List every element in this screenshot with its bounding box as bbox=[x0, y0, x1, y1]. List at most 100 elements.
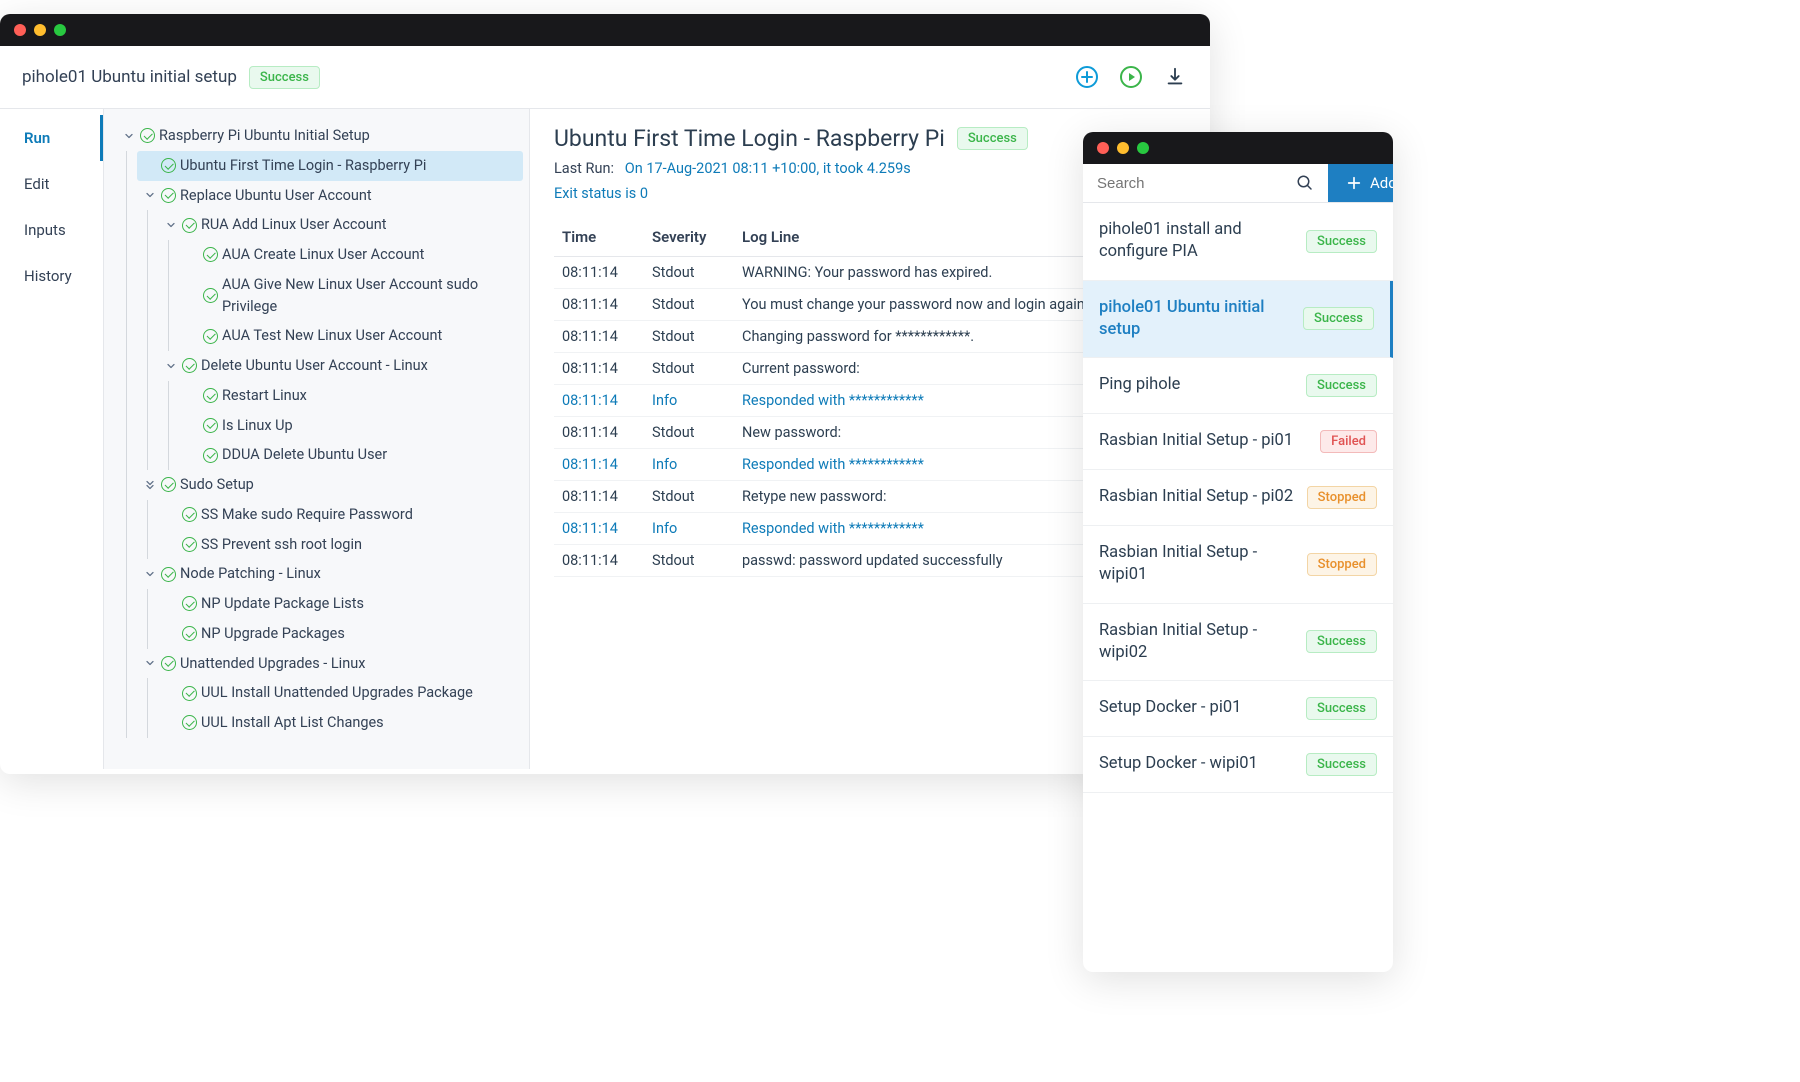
side-nav-item[interactable]: Inputs bbox=[0, 207, 103, 253]
side-nav-item[interactable]: Run bbox=[0, 115, 103, 161]
tree-node-label: AUA Create Linux User Account bbox=[222, 244, 424, 266]
log-cell-time: 08:11:14 bbox=[554, 545, 644, 577]
check-icon bbox=[203, 247, 218, 262]
list-item[interactable]: Rasbian Initial Setup - pi02Stopped bbox=[1083, 470, 1393, 526]
check-icon bbox=[182, 218, 197, 233]
tree-node[interactable]: AUA Give New Linux User Account sudo Pri… bbox=[179, 270, 523, 322]
task-tree[interactable]: Raspberry Pi Ubuntu Initial SetupUbuntu … bbox=[104, 109, 530, 769]
window-max-icon[interactable] bbox=[54, 24, 66, 36]
main-window: pihole01 Ubuntu initial setup Success Ru… bbox=[0, 14, 1210, 774]
tree-node-label: UUL Install Unattended Upgrades Package bbox=[201, 682, 473, 704]
titlebar bbox=[0, 14, 1210, 46]
tree-node[interactable]: Sudo Setup bbox=[137, 470, 523, 500]
status-badge: Success bbox=[1306, 374, 1377, 397]
tree-node[interactable]: Is Linux Up bbox=[179, 411, 523, 441]
tree-node[interactable]: UUL Install Unattended Upgrades Package bbox=[158, 678, 523, 708]
tree-node-label: NP Upgrade Packages bbox=[201, 623, 345, 645]
check-icon bbox=[203, 448, 218, 463]
window-close-icon[interactable] bbox=[14, 24, 26, 36]
tree-node[interactable]: Replace Ubuntu User Account bbox=[137, 181, 523, 211]
list-item[interactable]: Setup Docker - wipi01Success bbox=[1083, 737, 1393, 793]
play-button[interactable] bbox=[1118, 64, 1144, 90]
tree-node[interactable]: UUL Install Apt List Changes bbox=[158, 708, 523, 738]
tree-node-label: SS Make sudo Require Password bbox=[201, 504, 413, 526]
list-item[interactable]: Rasbian Initial Setup - wipi02Success bbox=[1083, 604, 1393, 682]
list-item-title: pihole01 Ubuntu initial setup bbox=[1099, 297, 1293, 342]
tree-node-label: Delete Ubuntu User Account - Linux bbox=[201, 355, 428, 377]
check-icon bbox=[182, 596, 197, 611]
window-min-icon[interactable] bbox=[1117, 142, 1129, 154]
tree-node-label: NP Update Package Lists bbox=[201, 593, 364, 615]
chevron-down-icon[interactable] bbox=[143, 188, 157, 202]
search-icon[interactable] bbox=[1296, 174, 1314, 192]
log-cell-time: 08:11:14 bbox=[554, 353, 644, 385]
tree-node-label: AUA Test New Linux User Account bbox=[222, 325, 442, 347]
list-item[interactable]: Ping piholeSuccess bbox=[1083, 358, 1393, 414]
chevron-down-icon[interactable] bbox=[143, 567, 157, 581]
log-cell-severity: Stdout bbox=[644, 481, 734, 513]
check-icon bbox=[161, 477, 176, 492]
check-icon bbox=[161, 656, 176, 671]
check-icon bbox=[161, 567, 176, 582]
log-cell-time: 08:11:14 bbox=[554, 321, 644, 353]
list-item[interactable]: pihole01 Ubuntu initial setup Success bbox=[1083, 281, 1393, 359]
tree-node[interactable]: DDUA Delete Ubuntu User bbox=[179, 440, 523, 470]
tree-node[interactable]: Restart Linux bbox=[179, 381, 523, 411]
list-item[interactable]: Rasbian Initial Setup - wipi01Stopped bbox=[1083, 526, 1393, 604]
check-icon bbox=[182, 686, 197, 701]
log-cell-time: 08:11:14 bbox=[554, 385, 644, 417]
tree-node-label: RUA Add Linux User Account bbox=[201, 214, 387, 236]
tree-node[interactable]: NP Upgrade Packages bbox=[158, 619, 523, 649]
tree-node-label: Is Linux Up bbox=[222, 415, 293, 437]
toolbar bbox=[1074, 64, 1188, 90]
window-max-icon[interactable] bbox=[1137, 142, 1149, 154]
log-cell-severity: Stdout bbox=[644, 545, 734, 577]
tree-node[interactable]: SS Prevent ssh root login bbox=[158, 530, 523, 560]
window-close-icon[interactable] bbox=[1097, 142, 1109, 154]
tree-node[interactable]: Delete Ubuntu User Account - Linux bbox=[158, 351, 523, 381]
tree-node[interactable]: NP Update Package Lists bbox=[158, 589, 523, 619]
chevron-down-icon[interactable] bbox=[122, 129, 136, 143]
page-title: pihole01 Ubuntu initial setup bbox=[22, 67, 237, 87]
add-button[interactable]: Add bbox=[1328, 164, 1393, 202]
log-cell-severity: Stdout bbox=[644, 417, 734, 449]
main-header: pihole01 Ubuntu initial setup Success bbox=[0, 46, 1210, 109]
check-icon bbox=[182, 626, 197, 641]
download-button[interactable] bbox=[1162, 64, 1188, 90]
tree-node[interactable]: Raspberry Pi Ubuntu Initial Setup bbox=[116, 121, 523, 151]
side-nav-item[interactable]: History bbox=[0, 253, 103, 299]
tree-node-label: Restart Linux bbox=[222, 385, 307, 407]
list-items: pihole01 install and configure PIASucces… bbox=[1083, 203, 1393, 971]
add-button[interactable] bbox=[1074, 64, 1100, 90]
chevron-down-icon[interactable] bbox=[143, 478, 157, 492]
window-min-icon[interactable] bbox=[34, 24, 46, 36]
tree-node-label: SS Prevent ssh root login bbox=[201, 534, 362, 556]
col-severity: Severity bbox=[644, 218, 734, 257]
list-item[interactable]: Setup Docker - pi01Success bbox=[1083, 681, 1393, 737]
tree-node[interactable]: AUA Create Linux User Account bbox=[179, 240, 523, 270]
tree-node[interactable]: Node Patching - Linux bbox=[137, 559, 523, 589]
list-item[interactable]: Rasbian Initial Setup - pi01Failed bbox=[1083, 414, 1393, 470]
chevron-down-icon[interactable] bbox=[143, 656, 157, 670]
log-cell-severity: Stdout bbox=[644, 353, 734, 385]
tree-node[interactable]: Unattended Upgrades - Linux bbox=[137, 649, 523, 679]
chevron-down-icon[interactable] bbox=[164, 218, 178, 232]
detail-status-badge: Success bbox=[957, 127, 1028, 150]
log-cell-severity: Info bbox=[644, 385, 734, 417]
check-icon bbox=[161, 188, 176, 203]
chevron-down-icon[interactable] bbox=[164, 359, 178, 373]
status-badge: Success bbox=[1306, 753, 1377, 776]
last-run-label: Last Run: bbox=[554, 160, 614, 177]
tree-node[interactable]: RUA Add Linux User Account bbox=[158, 210, 523, 240]
list-item-title: Rasbian Initial Setup - wipi02 bbox=[1099, 620, 1296, 665]
log-cell-severity: Info bbox=[644, 513, 734, 545]
tree-node-label: Sudo Setup bbox=[180, 474, 254, 496]
tree-node[interactable]: AUA Test New Linux User Account bbox=[179, 321, 523, 351]
side-nav: RunEditInputsHistory bbox=[0, 109, 104, 769]
tree-node[interactable]: Ubuntu First Time Login - Raspberry Pi bbox=[137, 151, 523, 181]
status-badge: Success bbox=[1303, 307, 1374, 330]
search-input[interactable] bbox=[1097, 175, 1296, 192]
tree-node[interactable]: SS Make sudo Require Password bbox=[158, 500, 523, 530]
side-nav-item[interactable]: Edit bbox=[0, 161, 103, 207]
list-item[interactable]: pihole01 install and configure PIASucces… bbox=[1083, 203, 1393, 281]
